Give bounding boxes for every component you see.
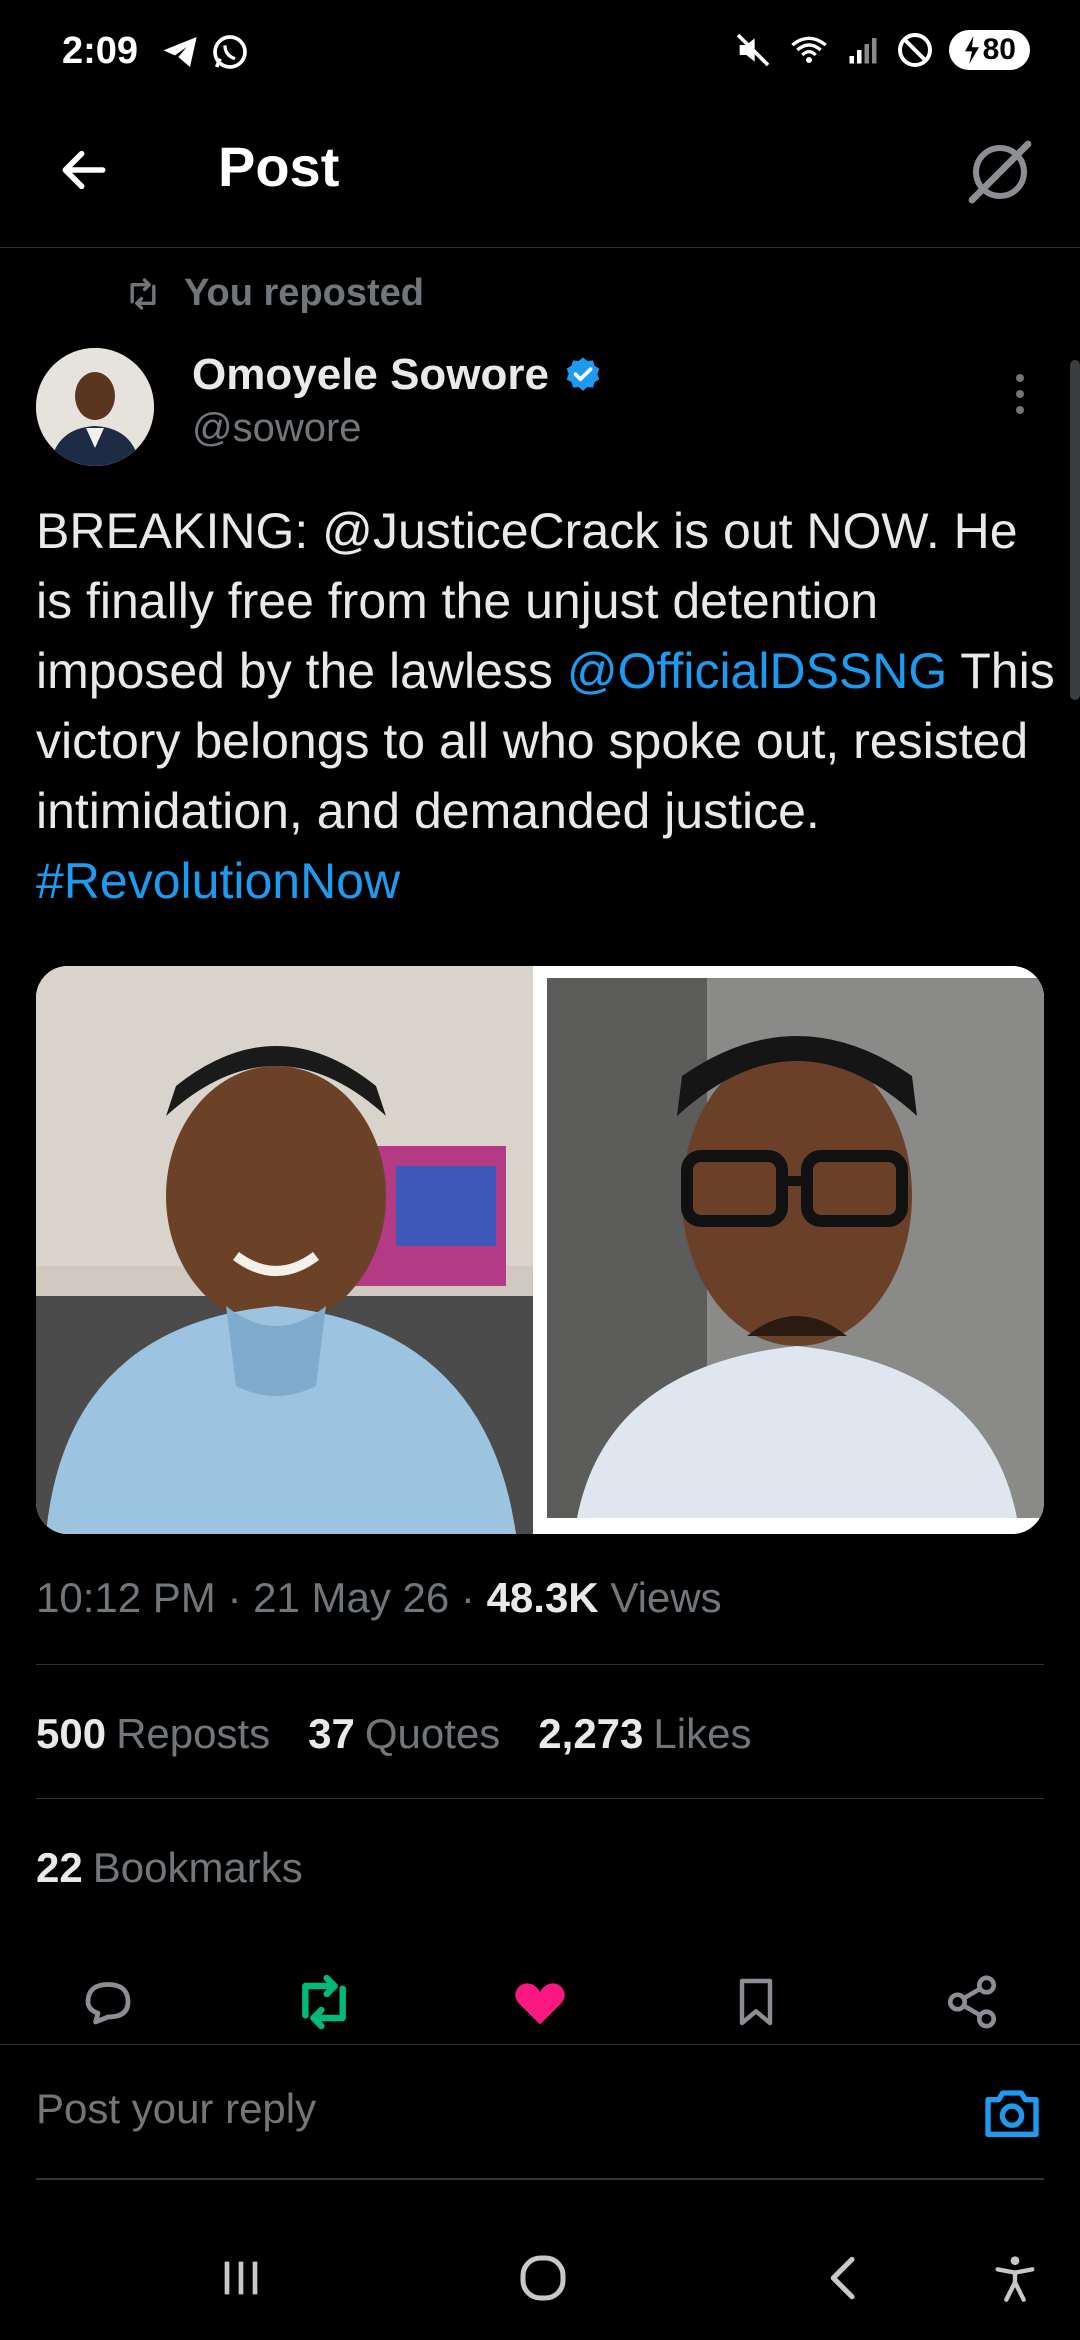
battery-indicator: 80 — [948, 30, 1030, 70]
post-text: BREAKING: @JusticeCrack is out NOW. He i… — [36, 496, 1056, 916]
notification-icons — [160, 32, 250, 72]
accessibility-icon — [995, 2256, 1035, 2302]
mention-link[interactable]: @OfficialDSSNG — [567, 643, 947, 699]
share-icon — [947, 1975, 997, 2029]
author-handle[interactable]: @sowore — [192, 406, 362, 451]
post-meta: 10:12 PM · 21 May 26 · 48.3K Views — [36, 1574, 722, 1622]
author-name[interactable]: Omoyele Sowore — [192, 350, 603, 400]
reposts-label: Reposts — [116, 1710, 271, 1757]
signal-icon — [849, 38, 877, 64]
heart-icon — [515, 1983, 565, 2025]
whatsapp-icon — [213, 35, 247, 69]
home-button[interactable] — [508, 2246, 578, 2310]
scrollbar[interactable] — [1070, 360, 1080, 700]
chevron-left-icon — [830, 2256, 855, 2300]
recent-apps-icon — [224, 2261, 258, 2295]
like-button[interactable] — [504, 1966, 576, 2038]
accessibility-button[interactable] — [980, 2246, 1050, 2310]
bookmark-icon — [739, 1978, 773, 2026]
reply-input[interactable] — [36, 2085, 936, 2133]
divider — [36, 2178, 1044, 2180]
reposts-stat[interactable]: 500 Reposts — [36, 1710, 270, 1758]
arrow-left-icon — [62, 150, 106, 190]
charging-icon — [964, 36, 979, 64]
recent-apps-button[interactable] — [206, 2246, 276, 2310]
views-count: 48.3K — [486, 1574, 599, 1621]
likes-label: Likes — [653, 1710, 752, 1757]
divider — [36, 1664, 1044, 1665]
avatar[interactable] — [36, 348, 154, 466]
back-nav-button[interactable] — [810, 2246, 880, 2310]
photo-left[interactable] — [36, 966, 533, 1534]
post-media — [36, 966, 1044, 1534]
do-not-disturb-icon — [897, 33, 932, 67]
more-dot — [1016, 406, 1024, 414]
likes-count: 2,273 — [538, 1710, 644, 1757]
more-dot — [1016, 390, 1024, 398]
separator-dot: · — [227, 1574, 254, 1621]
repost-button[interactable] — [288, 1966, 360, 2038]
comment-icon — [85, 1982, 131, 2025]
status-time: 2:09 — [62, 30, 139, 72]
home-icon — [520, 2255, 566, 2301]
reposts-count: 500 — [36, 1710, 107, 1757]
hashtag-link[interactable]: #RevolutionNow — [36, 853, 400, 909]
action-bar — [0, 1966, 1080, 2038]
bookmarks-count: 22 — [36, 1844, 83, 1891]
post-date: 21 May 26 — [253, 1574, 450, 1621]
page-title: Post — [218, 135, 340, 198]
author-display-name: Omoyele Sowore — [192, 350, 550, 399]
quotes-stat[interactable]: 37 Quotes — [308, 1710, 500, 1758]
telegram-icon — [163, 37, 197, 67]
post-time: 10:12 PM — [36, 1574, 216, 1621]
grok-button[interactable] — [960, 132, 1040, 212]
quotes-label: Quotes — [364, 1710, 501, 1757]
more-options-button[interactable] — [1000, 370, 1040, 418]
reply-bar — [0, 2044, 1080, 2180]
separator-dot: · — [460, 1574, 487, 1621]
views-label[interactable]: Views — [610, 1574, 721, 1621]
divider — [36, 1798, 1044, 1799]
mute-icon — [736, 33, 769, 67]
share-button[interactable] — [936, 1966, 1008, 2038]
wifi-icon — [790, 36, 827, 63]
grok-icon — [968, 140, 1032, 204]
repost-indicator[interactable]: You reposted — [124, 272, 424, 315]
repost-icon — [302, 1974, 346, 2030]
bookmark-button[interactable] — [720, 1966, 792, 2038]
bookmarks-label: Bookmarks — [92, 1844, 303, 1891]
bookmarks-stat[interactable]: 22 Bookmarks — [36, 1844, 303, 1892]
system-icons: 80 — [733, 30, 1030, 70]
status-bar: 2:09 80 — [0, 0, 1080, 110]
likes-stat[interactable]: 2,273 Likes — [538, 1710, 751, 1758]
system-nav-bar — [0, 2210, 1080, 2340]
verified-badge-icon — [566, 357, 600, 391]
camera-icon — [985, 2090, 1039, 2137]
photo-right[interactable] — [547, 966, 1044, 1534]
more-dot — [1016, 374, 1024, 382]
top-bar: Post — [0, 110, 1080, 248]
battery-level: 80 — [982, 33, 1016, 66]
quotes-count: 37 — [308, 1710, 355, 1757]
reply-button[interactable] — [72, 1966, 144, 2038]
engagement-stats: 500 Reposts 37 Quotes 2,273 Likes — [36, 1710, 751, 1758]
repost-icon — [130, 277, 156, 310]
back-button[interactable] — [52, 138, 116, 202]
camera-button[interactable] — [980, 2081, 1044, 2145]
repost-label: You reposted — [184, 272, 424, 314]
